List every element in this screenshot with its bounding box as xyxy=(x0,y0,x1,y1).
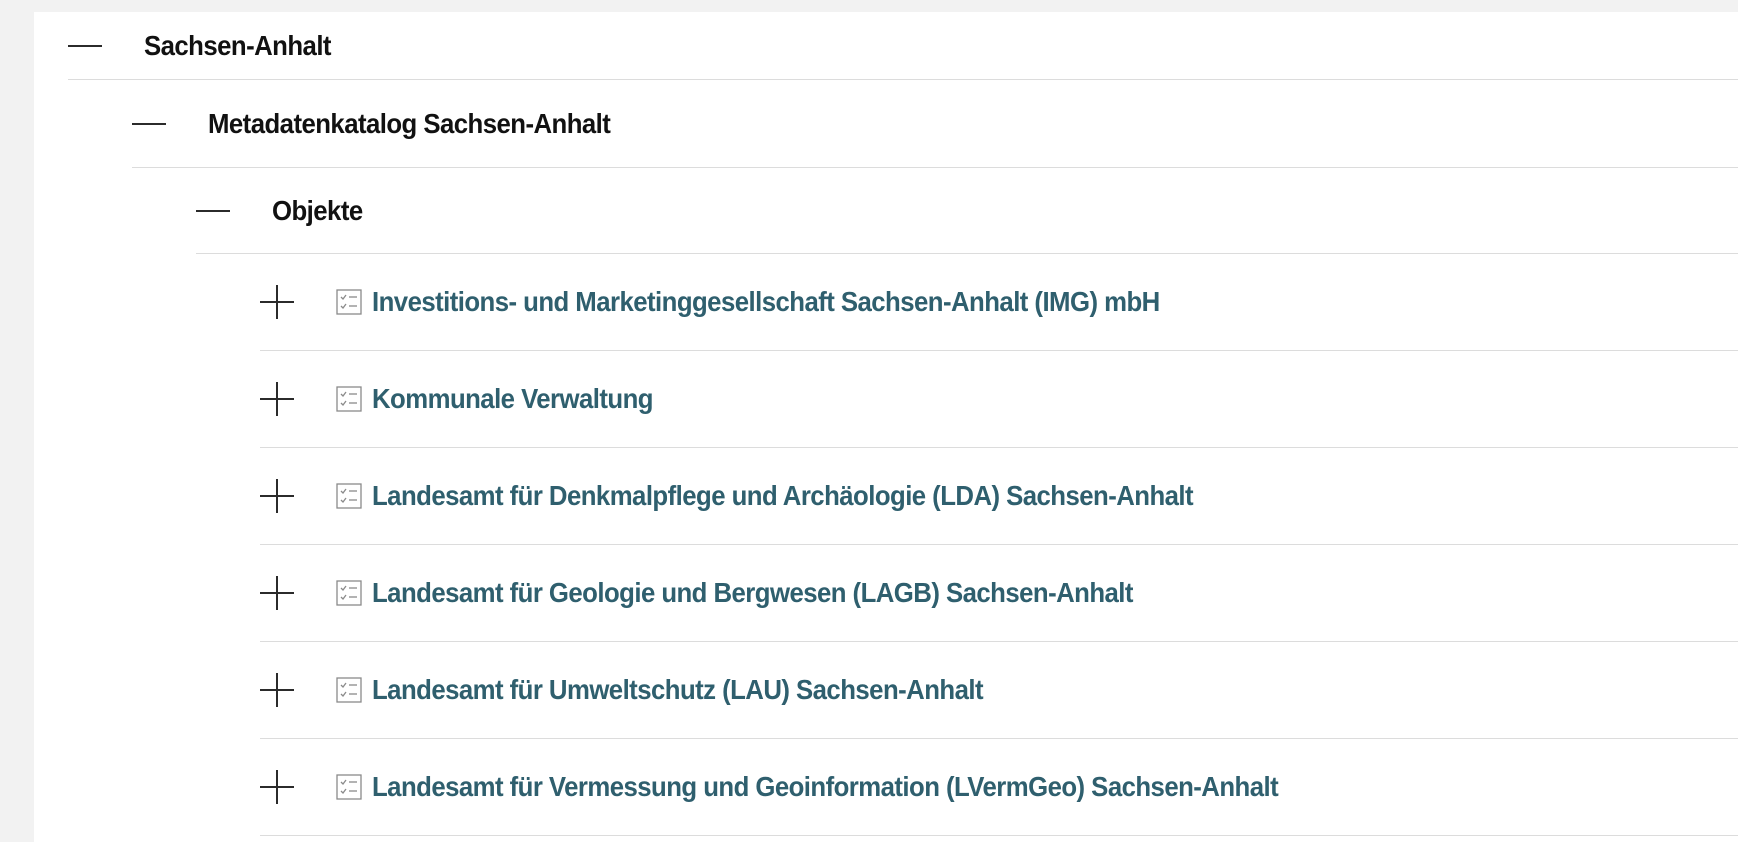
checklist-icon xyxy=(336,289,362,315)
collapse-minus-icon[interactable] xyxy=(196,191,236,231)
tree-node-label: Objekte xyxy=(272,194,363,226)
tree-item-link[interactable]: Landesamt für Geologie und Bergwesen (LA… xyxy=(372,577,1133,609)
collapse-minus-icon[interactable] xyxy=(132,104,172,144)
tree-node-metadatenkatalog[interactable]: Metadatenkatalog Sachsen-Anhalt xyxy=(132,80,1738,168)
checklist-icon xyxy=(336,580,362,606)
tree-item-link[interactable]: Landesamt für Denkmalpflege und Archäolo… xyxy=(372,480,1194,512)
tree-node-label: Metadatenkatalog Sachsen-Anhalt xyxy=(208,107,611,139)
expand-plus-icon[interactable] xyxy=(260,476,300,516)
tree-leaf-item[interactable]: Landesamt für Denkmalpflege und Archäolo… xyxy=(260,448,1738,545)
tree-node-label: Sachsen-Anhalt xyxy=(144,29,331,61)
checklist-icon xyxy=(336,774,362,800)
collapse-minus-icon[interactable] xyxy=(68,26,108,66)
tree-leaf-item[interactable]: Kommunale Verwaltung xyxy=(260,351,1738,448)
expand-plus-icon[interactable] xyxy=(260,573,300,613)
tree-leaf-item[interactable]: Landesamt für Geologie und Bergwesen (LA… xyxy=(260,545,1738,642)
tree-node-objekte[interactable]: Objekte xyxy=(196,168,1738,254)
tree-node-sachsen-anhalt[interactable]: Sachsen-Anhalt xyxy=(68,12,1738,80)
tree-item-link[interactable]: Investitions- und Marketinggesellschaft … xyxy=(372,286,1160,318)
checklist-icon xyxy=(336,483,362,509)
expand-plus-icon[interactable] xyxy=(260,379,300,419)
tree-item-link[interactable]: Landesamt für Vermessung und Geoinformat… xyxy=(372,771,1279,803)
expand-plus-icon[interactable] xyxy=(260,282,300,322)
tree-item-link[interactable]: Kommunale Verwaltung xyxy=(372,383,654,415)
checklist-icon xyxy=(336,386,362,412)
tree-panel: Sachsen-Anhalt Metadatenkatalog Sachsen-… xyxy=(34,12,1738,842)
tree-item-link[interactable]: Landesamt für Umweltschutz (LAU) Sachsen… xyxy=(372,674,984,706)
tree-leaf-item[interactable]: Landesamt für Vermessung und Geoinformat… xyxy=(260,739,1738,836)
expand-plus-icon[interactable] xyxy=(260,670,300,710)
tree-leaf-item[interactable]: Investitions- und Marketinggesellschaft … xyxy=(260,254,1738,351)
checklist-icon xyxy=(336,677,362,703)
expand-plus-icon[interactable] xyxy=(260,767,300,807)
tree-leaf-item[interactable]: Landesamt für Umweltschutz (LAU) Sachsen… xyxy=(260,642,1738,739)
